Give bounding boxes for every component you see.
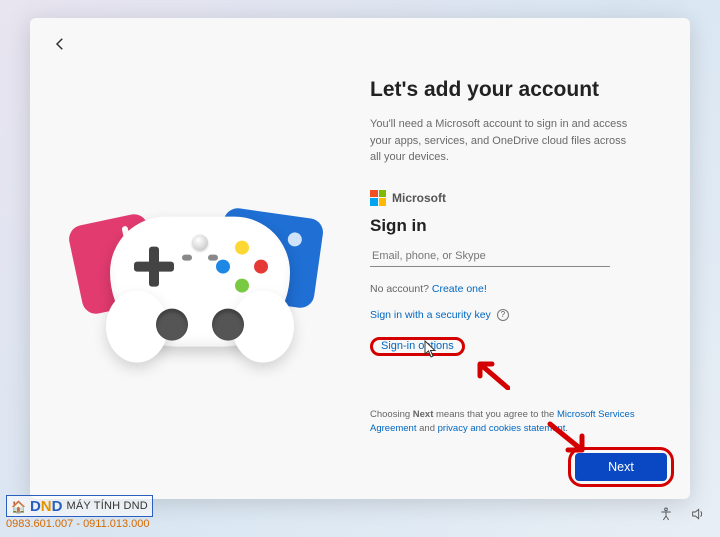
- account-panel: Let's add your account You'll need a Mic…: [370, 58, 690, 499]
- microsoft-label: Microsoft: [392, 191, 446, 205]
- watermark-text: MÁY TÍNH DND: [66, 500, 147, 513]
- xbox-controller-icon: [110, 216, 290, 346]
- legal-and: and: [416, 423, 437, 434]
- help-icon[interactable]: ?: [497, 309, 509, 321]
- system-tray: [658, 506, 706, 527]
- microsoft-brand: Microsoft: [370, 190, 646, 206]
- no-account-text: No account?: [370, 283, 429, 295]
- watermark-phones: 0983.601.007 - 0911.013.000: [6, 518, 153, 531]
- security-key-link[interactable]: Sign in with a security key: [370, 309, 491, 321]
- legal-mid: means that you agree to the: [433, 409, 557, 420]
- page-title: Let's add your account: [370, 78, 646, 102]
- watermark-logo: 🏠 DND MÁY TÍNH DND: [6, 495, 153, 517]
- page-description: You'll need a Microsoft account to sign …: [370, 116, 630, 166]
- legal-text: Choosing Next means that you agree to th…: [370, 408, 646, 437]
- annotation-arrow-options: [470, 356, 510, 395]
- annotation-arrow-next: [546, 420, 592, 465]
- house-icon: 🏠: [11, 500, 26, 514]
- annotation-highlight-options: Sign-in options: [370, 337, 465, 356]
- microsoft-logo-icon: [370, 190, 386, 206]
- back-button[interactable]: [48, 32, 72, 56]
- legal-prefix: Choosing: [370, 409, 413, 420]
- signin-options-link[interactable]: Sign-in options: [381, 340, 454, 352]
- create-account-link[interactable]: Create one!: [432, 283, 487, 295]
- security-key-row: Sign in with a security key ?: [370, 309, 646, 321]
- oobe-window: Let's add your account You'll need a Mic…: [30, 18, 690, 499]
- volume-icon[interactable]: [690, 506, 706, 527]
- legal-bold: Next: [413, 409, 434, 420]
- signin-options-row: Sign-in options: [370, 337, 646, 356]
- signin-heading: Sign in: [370, 216, 646, 236]
- cursor-icon: [424, 340, 438, 363]
- apps-illustration: [85, 179, 315, 379]
- no-account-row: No account? Create one!: [370, 283, 646, 295]
- arrow-left-icon: [51, 35, 69, 53]
- watermark: 🏠 DND MÁY TÍNH DND 0983.601.007 - 0911.0…: [6, 495, 153, 531]
- illustration-pane: [30, 58, 370, 499]
- signin-input[interactable]: [370, 246, 610, 267]
- watermark-brand: DND: [30, 498, 63, 516]
- accessibility-icon[interactable]: [658, 506, 674, 527]
